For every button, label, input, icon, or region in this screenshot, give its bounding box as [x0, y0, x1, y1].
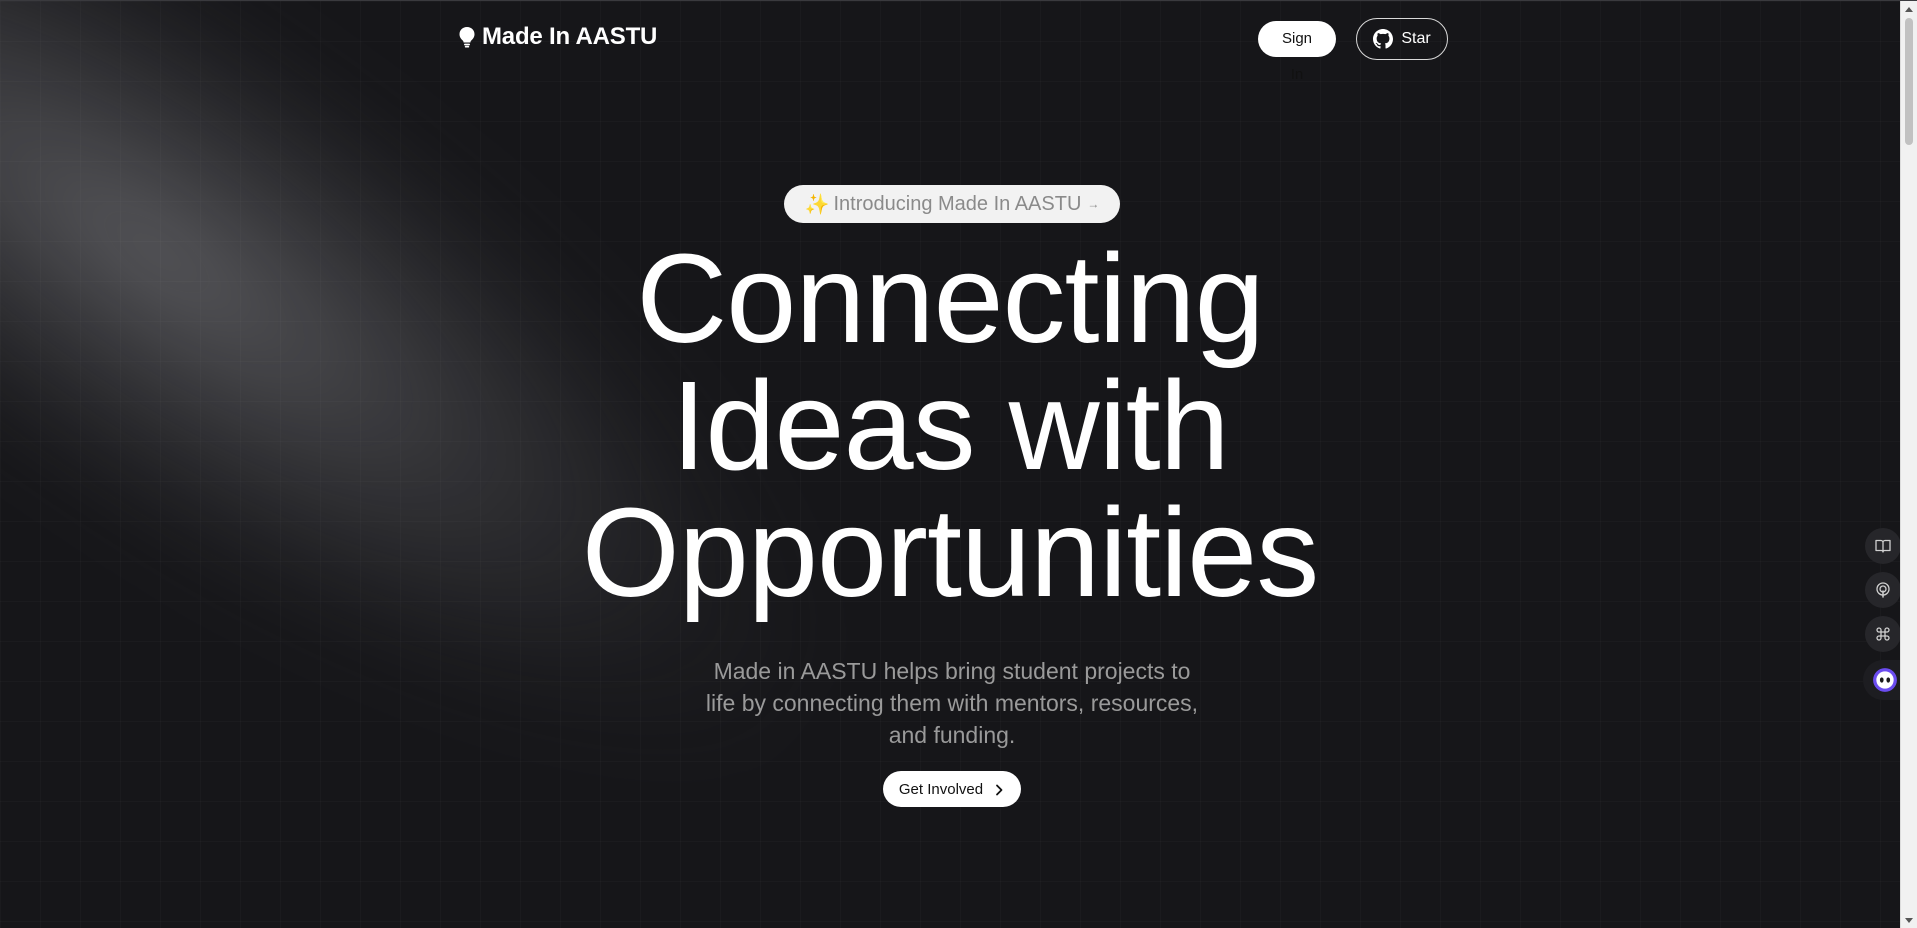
scroll-up-arrow[interactable] [1905, 7, 1913, 12]
vertical-scrollbar[interactable] [1900, 1, 1917, 928]
github-icon [1373, 29, 1394, 49]
chevron-right-icon [993, 783, 1005, 796]
podcast-icon[interactable] [1865, 572, 1901, 608]
lightbulb-icon [458, 26, 476, 48]
github-star-button[interactable]: Star [1356, 18, 1448, 60]
get-involved-button[interactable]: Get Involved [883, 771, 1021, 807]
brand-logo-link[interactable]: Made In AASTU [458, 23, 657, 51]
hero-headline: Connecting Ideas with Opportunities [0, 235, 1900, 616]
sign-in-button[interactable]: Sign In [1258, 21, 1336, 83]
command-icon[interactable] [1865, 616, 1901, 652]
scroll-down-arrow[interactable] [1905, 918, 1913, 923]
headline-line: Ideas with [671, 355, 1229, 496]
star-label: Star [1401, 30, 1431, 47]
arrow-right-icon: → [1087, 197, 1100, 211]
headline-line: Opportunities [581, 482, 1319, 623]
cta-label: Get Involved [898, 780, 984, 798]
announcement-pill[interactable]: ✨ Introducing Made In AASTU → [784, 185, 1120, 223]
announcement-text: Introducing Made In AASTU [833, 192, 1082, 215]
book-icon[interactable] [1865, 528, 1901, 564]
headline-line: Connecting [636, 228, 1264, 369]
page: Made In AASTU Sign In Star ✨ Introducing… [0, 0, 1917, 928]
sparkles-icon: ✨ [804, 193, 830, 216]
top-nav: Made In AASTU Sign In Star [0, 1, 1900, 83]
hero-subtitle: Made in AASTU helps bring student projec… [705, 658, 1199, 748]
scrollbar-thumb[interactable] [1905, 18, 1913, 145]
brand-name: Made In AASTU [482, 23, 658, 50]
